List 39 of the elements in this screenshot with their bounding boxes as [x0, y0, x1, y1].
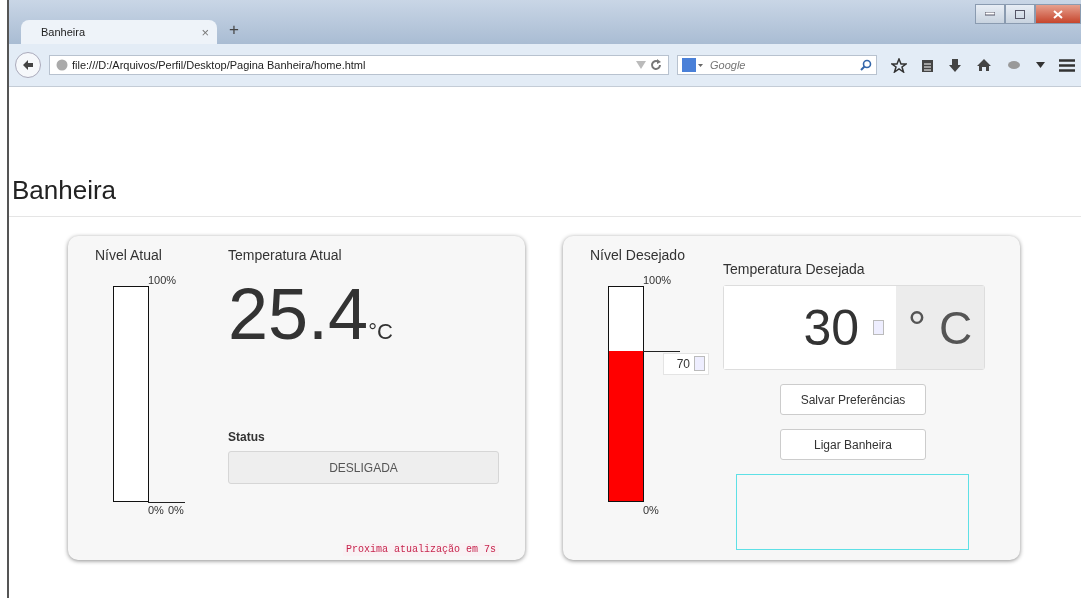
- search-bar[interactable]: Google: [677, 55, 877, 75]
- search-engine-icon[interactable]: [682, 58, 704, 72]
- address-bar[interactable]: file:///D:/Arquivos/Perfil/Desktop/Pagina Banheira/home.html: [49, 55, 669, 75]
- star-icon[interactable]: [891, 57, 907, 73]
- temperature-title: Temperatura Atual: [228, 246, 342, 263]
- page-heading: Banheira: [9, 87, 1081, 217]
- download-icon[interactable]: [948, 57, 962, 73]
- temperature-unit: °C: [368, 319, 393, 345]
- scale-label: 0%: [148, 504, 164, 516]
- close-icon: [1053, 9, 1063, 19]
- minimize-icon: [985, 12, 995, 16]
- level-label: 0%: [168, 504, 184, 516]
- close-button[interactable]: [1035, 4, 1081, 24]
- home-icon[interactable]: [976, 58, 992, 72]
- scale-label: 0%: [643, 504, 659, 516]
- scale-label: 100%: [643, 274, 672, 286]
- browser-tab[interactable]: Banheira ×: [21, 20, 217, 44]
- close-tab-button[interactable]: ×: [201, 24, 209, 40]
- temperature-value: 25.4: [228, 278, 369, 350]
- level-title: Nível Desejado: [590, 246, 685, 263]
- action-button[interactable]: Salvar Preferências: [780, 384, 926, 415]
- clipboard-icon[interactable]: [921, 57, 934, 73]
- maximize-icon: [1015, 9, 1025, 19]
- status-field: DESLIGADA: [228, 451, 499, 484]
- level-input[interactable]: 70: [663, 352, 709, 375]
- status-label: Status: [228, 430, 265, 444]
- action-button[interactable]: Ligar Banheira: [780, 429, 926, 460]
- level-title: Nível Atual: [95, 246, 162, 263]
- caret-icon[interactable]: [1036, 62, 1045, 68]
- scale-label: 100%: [148, 274, 177, 286]
- reload-icon[interactable]: [650, 59, 662, 71]
- back-arrow-icon: [22, 59, 34, 71]
- temperature-title: Temperatura Desejada: [723, 261, 865, 277]
- search-icon[interactable]: [860, 59, 872, 71]
- maximize-button[interactable]: [1005, 4, 1035, 24]
- menu-icon[interactable]: [1059, 58, 1075, 72]
- new-tab-button[interactable]: +: [229, 20, 239, 40]
- update-countdown: Proxima atualização em 7s: [342, 543, 499, 556]
- back-button[interactable]: [15, 52, 41, 78]
